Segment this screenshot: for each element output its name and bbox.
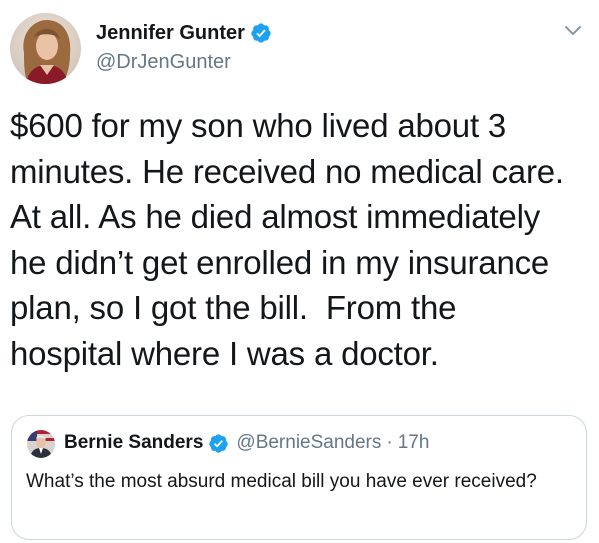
- chevron-down-icon[interactable]: [564, 24, 582, 36]
- tweet-text: $600 for my son who lived about 3 minute…: [10, 107, 564, 372]
- quoted-display-name[interactable]: Bernie Sanders: [64, 432, 203, 454]
- verified-badge-icon: [208, 433, 229, 454]
- quoted-header: Bernie Sanders @BernieSanders · 17h: [64, 432, 429, 454]
- quoted-separator: ·: [386, 432, 393, 453]
- author-display-name[interactable]: Jennifer Gunter: [96, 22, 245, 45]
- quoted-tweet[interactable]: Bernie Sanders @BernieSanders · 17h What…: [11, 415, 587, 540]
- author-handle[interactable]: @DrJenGunter: [96, 51, 272, 74]
- author-info: Jennifer Gunter @DrJenGunter: [96, 20, 272, 74]
- quoted-author-avatar: [27, 430, 55, 458]
- quoted-handle[interactable]: @BernieSanders: [236, 432, 381, 454]
- quoted-tweet-text: What’s the most absurd medical bill you …: [26, 471, 537, 492]
- verified-badge-icon: [250, 22, 272, 44]
- quoted-timestamp[interactable]: 17h: [398, 432, 430, 454]
- tweet: Jennifer Gunter @DrJenGunter $600 for my…: [0, 0, 599, 543]
- author-avatar[interactable]: [10, 13, 81, 84]
